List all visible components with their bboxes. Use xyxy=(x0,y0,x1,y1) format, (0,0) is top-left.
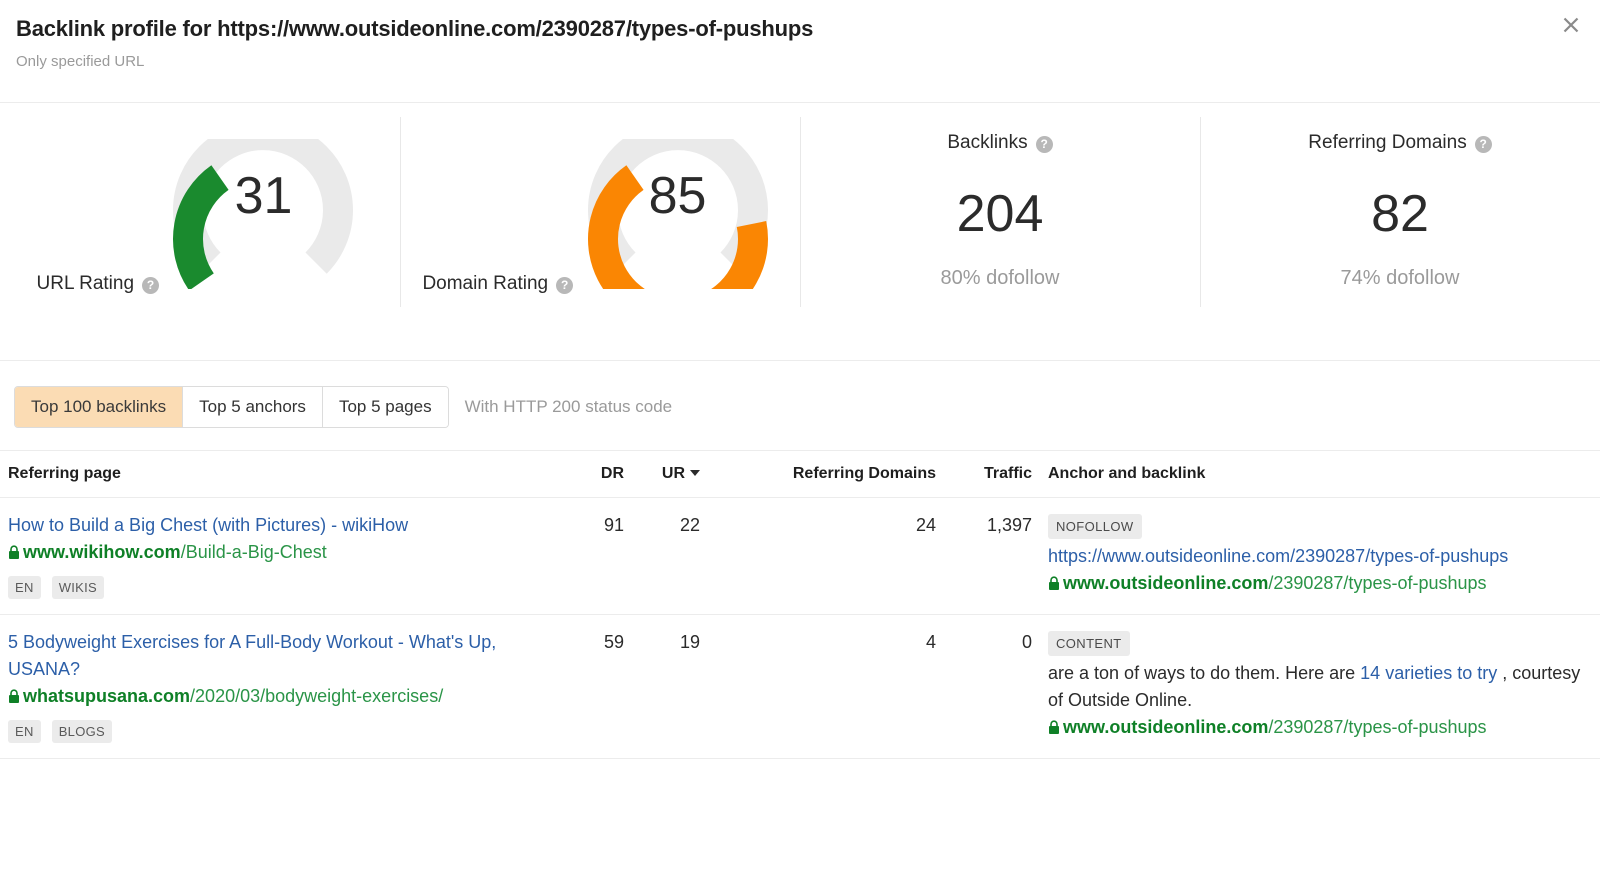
badge-category: WIKIS xyxy=(51,576,105,599)
metric-subtext: 80% dofollow xyxy=(940,267,1060,289)
help-icon[interactable]: ? xyxy=(1474,135,1492,153)
tab-top-5-anchors[interactable]: Top 5 anchors xyxy=(183,387,323,427)
metric-value: 204 xyxy=(956,185,1044,243)
cell-referring-domains: 24 xyxy=(708,497,944,615)
referring-page-link[interactable]: 5 Bodyweight Exercises for A Full-Body W… xyxy=(8,629,568,683)
metric-label: URL Rating ? xyxy=(37,272,160,296)
backlink-target-path: /2390287/types-of-pushups xyxy=(1268,573,1487,593)
modal-header: Backlink profile for https://www.outside… xyxy=(0,0,1600,103)
metric-url-rating: URL Rating ? 31 xyxy=(0,103,400,296)
tab-note: With HTTP 200 status code xyxy=(464,397,673,416)
cell-referring-domains: 4 xyxy=(708,614,944,759)
page-title: Backlink profile for https://www.outside… xyxy=(16,16,814,41)
cell-dr: 59 xyxy=(576,614,632,759)
backlink-target-domain: www.outsideonline.com xyxy=(1063,717,1269,737)
help-icon[interactable]: ? xyxy=(556,276,574,294)
metric-label-text: Referring Domains xyxy=(1308,132,1467,153)
sort-descending-icon xyxy=(690,470,700,476)
anchor-text-link[interactable]: 14 varieties to try xyxy=(1360,663,1497,683)
anchor-url-link[interactable]: https://www.outsideonline.com/2390287/ty… xyxy=(1048,543,1592,570)
metric-value: 85 xyxy=(648,167,707,225)
referring-page-domain: www.wikihow.com xyxy=(23,542,181,562)
referring-page-url[interactable]: whatsupusana.com/2020/03/bodyweight-exer… xyxy=(8,686,443,706)
url-rating-gauge: 31 xyxy=(163,139,363,289)
metric-value: 82 xyxy=(1371,185,1429,243)
anchor-text-before: are a ton of ways to do them. Here are xyxy=(1048,663,1361,683)
cell-anchor-and-backlink: CONTENT are a ton of ways to do them. He… xyxy=(1040,614,1600,759)
metric-referring-domains: Referring Domains ? 82 74% dofollow xyxy=(1200,103,1600,307)
cell-traffic: 1,397 xyxy=(944,497,1040,615)
metric-subtext: 74% dofollow xyxy=(1340,267,1460,289)
metric-label: Referring Domains ? xyxy=(1308,131,1492,155)
cell-dr: 91 xyxy=(576,497,632,615)
cell-ur: 22 xyxy=(632,497,708,615)
lock-icon xyxy=(9,545,19,559)
close-icon xyxy=(1563,17,1579,33)
metric-value: 31 xyxy=(234,167,293,225)
tab-bar: Top 100 backlinks Top 5 anchors Top 5 pa… xyxy=(0,361,1600,450)
badge-language: EN xyxy=(8,576,41,599)
cell-referring-page: How to Build a Big Chest (with Pictures)… xyxy=(0,497,576,615)
referring-page-badges: EN WIKIS xyxy=(8,573,568,600)
backlink-target-url[interactable]: www.outsideonline.com/2390287/types-of-p… xyxy=(1048,573,1487,593)
metric-backlinks: Backlinks ? 204 80% dofollow xyxy=(800,103,1200,307)
column-header-anchor-and-backlink: Anchor and backlink xyxy=(1040,450,1600,498)
column-header-referring-page[interactable]: Referring page xyxy=(0,450,576,498)
anchor-tag-wrap: CONTENT xyxy=(1048,629,1592,660)
anchor-tag-wrap: NOFOLLOW xyxy=(1048,512,1592,543)
anchor-type-badge: CONTENT xyxy=(1048,631,1130,656)
column-header-referring-domains[interactable]: Referring Domains xyxy=(708,450,944,498)
tab-group: Top 100 backlinks Top 5 anchors Top 5 pa… xyxy=(14,386,449,428)
backlink-target-path: /2390287/types-of-pushups xyxy=(1268,717,1487,737)
column-header-traffic[interactable]: Traffic xyxy=(944,450,1040,498)
lock-icon xyxy=(9,689,19,703)
backlinks-table: Referring page DR UR Referring Domains T… xyxy=(0,450,1600,759)
lock-icon xyxy=(1049,576,1059,590)
column-header-dr[interactable]: DR xyxy=(576,450,632,498)
referring-page-path: /2020/03/bodyweight-exercises/ xyxy=(190,686,444,706)
help-icon[interactable]: ? xyxy=(142,276,160,294)
metric-label-text: Backlinks xyxy=(947,132,1028,153)
backlink-target-domain: www.outsideonline.com xyxy=(1063,573,1269,593)
cell-traffic: 0 xyxy=(944,614,1040,759)
help-icon[interactable]: ? xyxy=(1035,135,1053,153)
table-row: How to Build a Big Chest (with Pictures)… xyxy=(0,497,1600,615)
tab-top-100-backlinks[interactable]: Top 100 backlinks xyxy=(15,387,184,427)
column-header-ur[interactable]: UR xyxy=(632,450,708,498)
referring-page-path: /Build-a-Big-Chest xyxy=(180,542,327,562)
tab-top-5-pages[interactable]: Top 5 pages xyxy=(322,387,448,427)
cell-referring-page: 5 Bodyweight Exercises for A Full-Body W… xyxy=(0,614,576,759)
badge-category: BLOGS xyxy=(51,720,112,743)
table-row: 5 Bodyweight Exercises for A Full-Body W… xyxy=(0,614,1600,759)
metric-domain-rating: Domain Rating ? 85 xyxy=(400,103,800,307)
anchor-type-badge: NOFOLLOW xyxy=(1048,514,1142,539)
cell-anchor-and-backlink: NOFOLLOW https://www.outsideonline.com/2… xyxy=(1040,497,1600,615)
cell-ur: 19 xyxy=(632,614,708,759)
metric-label: Domain Rating ? xyxy=(422,272,574,296)
referring-page-link[interactable]: How to Build a Big Chest (with Pictures)… xyxy=(8,512,568,539)
lock-icon xyxy=(1049,720,1059,734)
table-body: How to Build a Big Chest (with Pictures)… xyxy=(0,497,1600,759)
metric-label-text: URL Rating xyxy=(36,273,135,294)
metric-label-text: Domain Rating xyxy=(422,273,549,294)
backlink-target-url[interactable]: www.outsideonline.com/2390287/types-of-p… xyxy=(1048,717,1487,737)
metrics-row: URL Rating ? 31 Domain Rating ? 85 Backl… xyxy=(0,103,1600,361)
badge-language: EN xyxy=(8,720,41,743)
column-header-ur-label: UR xyxy=(661,465,685,482)
domain-rating-gauge: 85 xyxy=(578,139,778,289)
metric-label: Backlinks ? xyxy=(947,131,1053,155)
table-header-row: Referring page DR UR Referring Domains T… xyxy=(0,450,1600,498)
referring-page-url[interactable]: www.wikihow.com/Build-a-Big-Chest xyxy=(8,542,327,562)
table-header: Referring page DR UR Referring Domains T… xyxy=(0,450,1600,498)
close-button[interactable] xyxy=(1554,8,1588,42)
anchor-context-text: are a ton of ways to do them. Here are 1… xyxy=(1048,660,1592,714)
page-subtitle: Only specified URL xyxy=(16,53,145,70)
referring-page-domain: whatsupusana.com xyxy=(23,686,191,706)
referring-page-badges: EN BLOGS xyxy=(8,717,568,744)
